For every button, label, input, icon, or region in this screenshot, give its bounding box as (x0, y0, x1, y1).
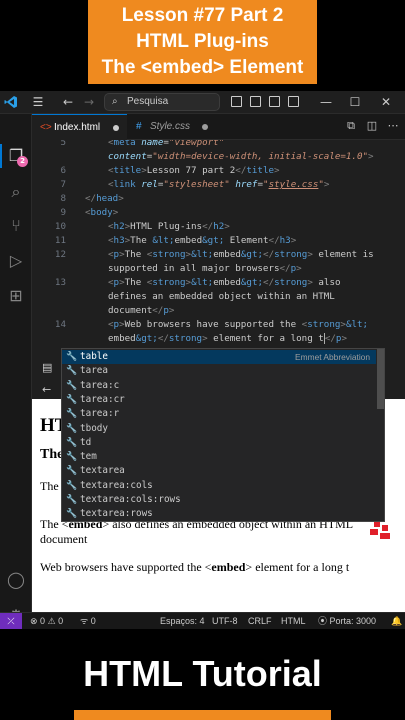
open-preview-icon[interactable]: ⧉ (345, 120, 357, 132)
search-placeholder: Pesquisa (127, 96, 169, 107)
suggestion-item[interactable]: 🔧 textarea:cols (62, 479, 376, 493)
pixel-mark-icon (370, 521, 390, 539)
tab-index-html[interactable]: <> Index.html (32, 114, 127, 140)
suggestion-detail: Emmet Abbreviation (295, 352, 370, 362)
suggestion-item[interactable]: 🔧 table Emmet Abbreviation (62, 350, 376, 365)
run-debug-icon[interactable]: ▷ (6, 251, 26, 271)
suggestion-item[interactable]: 🔧 tarea (62, 364, 376, 378)
snippet-icon: 🔧 (66, 409, 78, 420)
suggestion-item[interactable]: 🔧 td (62, 436, 376, 450)
suggestion-item[interactable]: 🔧 textarea (62, 464, 376, 478)
autocomplete-suggestions: 🔧 table Emmet Abbreviation 🔧 tarea 🔧 tarea:c… (61, 348, 385, 522)
problems-indicator[interactable]: ⊗ 0 ⚠ 0 (30, 613, 63, 629)
toggle-secondary-sidebar-icon[interactable] (269, 96, 280, 107)
activity-bar: ❐ 2 ⌕ ⑂ ▷ ⊞ ◯ ⚙ (0, 114, 32, 625)
html-file-icon: <> (40, 122, 52, 133)
notifications-bell-icon[interactable]: 🔔 (391, 613, 402, 629)
search-icon: ⌕ (112, 96, 118, 107)
close-icon[interactable]: ✕ (378, 94, 394, 110)
snippet-icon: 🔧 (66, 394, 78, 405)
preview-paragraph-1: The (40, 479, 59, 493)
account-icon[interactable]: ◯ (6, 570, 26, 590)
language-mode-indicator[interactable]: HTML (281, 613, 306, 629)
eol-indicator[interactable]: CRLF (248, 613, 272, 629)
unsaved-dot-icon (202, 124, 208, 130)
tab-label: Index.html (54, 122, 101, 133)
minimize-icon[interactable]: — (318, 94, 334, 110)
encoding-indicator[interactable]: UTF-8 (212, 613, 238, 629)
arrow-right-icon[interactable]: → (81, 94, 97, 110)
vscode-logo-icon (4, 96, 17, 108)
suggestion-item[interactable]: 🔧 textarea:rows (62, 507, 376, 521)
lesson-banner: Lesson #77 Part 2 HTML Plug-ins The <emb… (88, 0, 317, 84)
preview-back-icon[interactable]: ← (42, 383, 51, 396)
active-indicator (0, 144, 2, 168)
snippet-icon: 🔧 (66, 480, 78, 491)
remote-indicator-icon[interactable]: ⤫ (0, 613, 22, 629)
toggle-panel-icon[interactable] (250, 96, 261, 107)
suggestion-item[interactable]: 🔧 tarea:cr (62, 393, 376, 407)
caption-accent-strip (74, 710, 331, 720)
css-file-icon: # (136, 121, 142, 132)
code-editor[interactable]: 5 <meta name="viewport" content="width=d… (32, 140, 405, 350)
more-actions-icon[interactable]: ⋯ (387, 120, 399, 132)
suggestion-item[interactable]: 🔧 tem (62, 450, 376, 464)
suggestion-item[interactable]: 🔧 tarea:c (62, 379, 376, 393)
menu-icon[interactable]: ☰ (30, 94, 46, 110)
source-control-icon[interactable]: ⑂ (6, 216, 26, 236)
maximize-icon[interactable]: ☐ (347, 94, 363, 110)
live-server-port[interactable]: ⦿ Porta: 3000 (318, 613, 376, 629)
preview-h3: The (40, 447, 64, 462)
banner-line-2: HTML Plug-ins (136, 31, 269, 52)
snippet-icon: 🔧 (66, 509, 78, 520)
snippet-icon: 🔧 (66, 366, 78, 377)
explorer-badge: 2 (17, 156, 28, 167)
tutorial-caption: HTML Tutorial (83, 653, 322, 694)
unsaved-dot-icon (113, 125, 119, 131)
tab-label: Style.css (150, 121, 191, 132)
banner-line-3: The <embed> Element (101, 57, 304, 78)
extensions-icon[interactable]: ⊞ (6, 286, 26, 306)
suggestion-item[interactable]: 🔧 tbody (62, 422, 376, 436)
indentation-indicator[interactable]: Espaços: 4 (160, 613, 205, 629)
status-bar: ⤫ ⊗ 0 ⚠ 0 ᯤ 0 Espaços: 4 UTF-8 CRLF HTML… (0, 612, 405, 629)
suggestion-item[interactable]: 🔧 tarea:r (62, 407, 376, 421)
search-icon[interactable]: ⌕ (6, 182, 26, 202)
vscode-window: ☰ ← → ⌕ Pesquisa — ☐ ✕ ❐ 2 ⌕ ⑂ ▷ ⊞ ◯ ⚙ <… (0, 91, 405, 629)
editor-tab-bar: <> Index.html # Style.css ⧉ ◫ ⋯ (32, 114, 405, 140)
tab-style-css[interactable]: # Style.css (128, 114, 216, 140)
title-bar: ☰ ← → ⌕ Pesquisa — ☐ ✕ (0, 91, 405, 114)
banner-line-1: Lesson #77 Part 2 (121, 5, 284, 26)
snippet-icon: 🔧 (66, 466, 78, 477)
snippet-icon: 🔧 (66, 452, 78, 463)
command-center-search[interactable]: ⌕ Pesquisa (104, 93, 220, 111)
toggle-primary-sidebar-icon[interactable] (231, 96, 242, 107)
snippet-icon: 🔧 (66, 380, 78, 391)
snippet-icon: 🔧 (66, 437, 78, 448)
customize-layout-icon[interactable] (288, 96, 299, 107)
snippet-icon: 🔧 (66, 495, 78, 505)
preview-paragraph-3: Web browsers have supported the <embed> … (40, 560, 350, 574)
snippet-icon: 🔧 (66, 423, 78, 434)
ports-indicator[interactable]: ᯤ 0 (80, 613, 96, 629)
split-editor-icon[interactable]: ◫ (366, 120, 378, 132)
preview-tab-icon[interactable]: ▤ (42, 361, 52, 374)
arrow-left-icon[interactable]: ← (60, 94, 76, 110)
suggestion-item[interactable]: 🔧 textarea:cols:rows (62, 493, 376, 507)
snippet-icon: 🔧 (66, 352, 78, 362)
suggestions-scrollbar[interactable] (377, 349, 384, 409)
